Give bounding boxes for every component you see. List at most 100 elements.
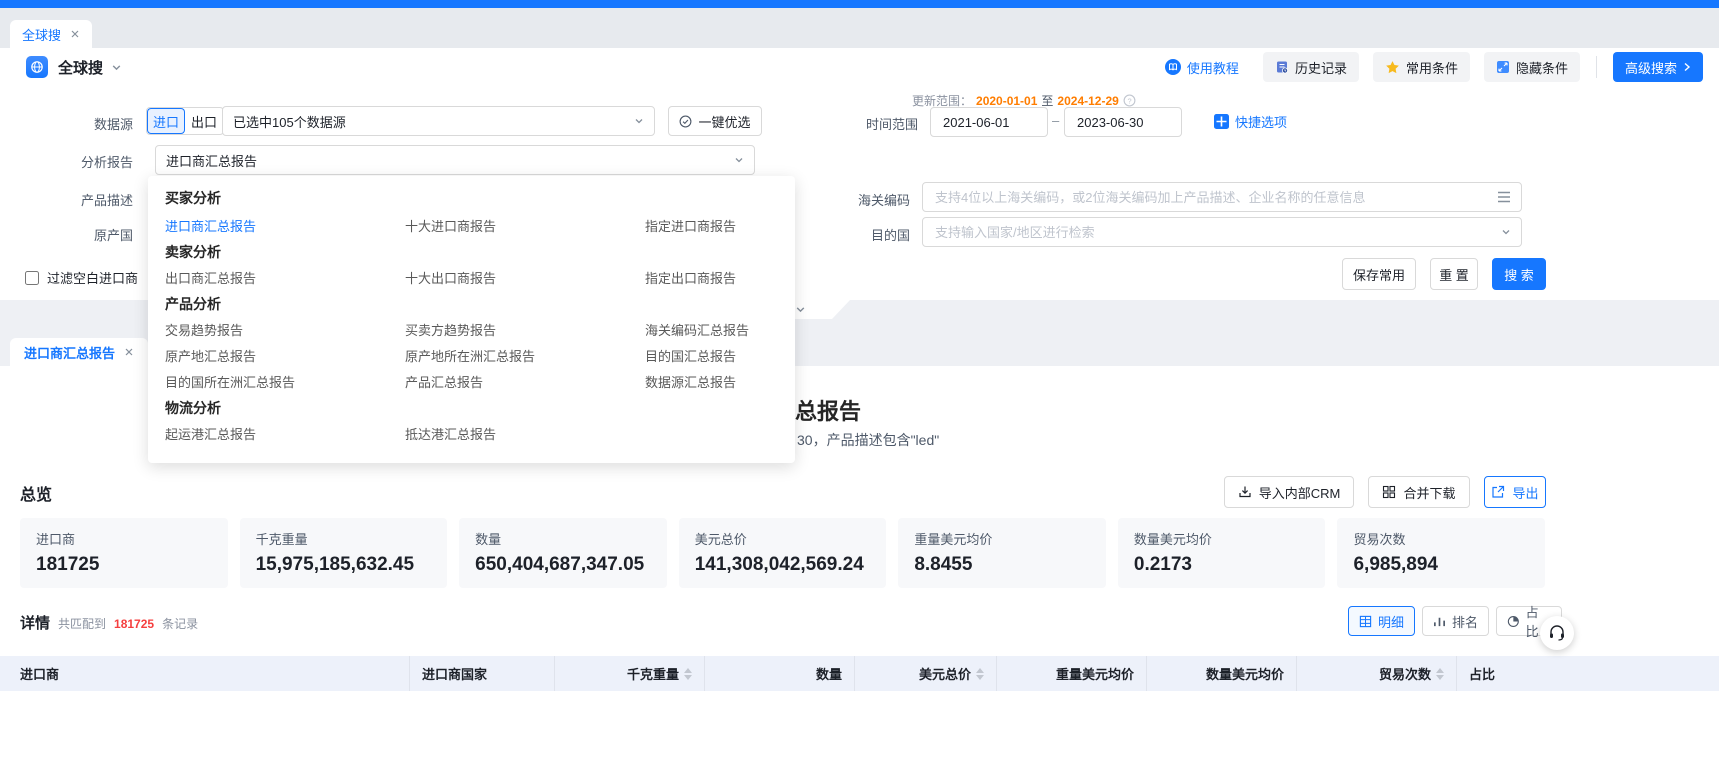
menu-item[interactable]: 交易趋势报告 bbox=[165, 320, 243, 339]
stat-label: 贸易次数 bbox=[1353, 529, 1529, 548]
menu-item[interactable]: 十大进口商报告 bbox=[405, 216, 496, 235]
matched-prefix: 共匹配到 bbox=[58, 615, 106, 632]
menu-item[interactable]: 目的国所在洲汇总报告 bbox=[165, 372, 295, 391]
question-circle-icon[interactable]: ? bbox=[1123, 94, 1136, 107]
app-title: 全球搜 bbox=[58, 57, 103, 78]
hs-code-label: 海关编码 bbox=[846, 190, 910, 209]
merge-download-button[interactable]: 合并下载 bbox=[1368, 476, 1470, 508]
menu-item[interactable]: 原产地汇总报告 bbox=[165, 346, 256, 365]
column-header-kg-weight[interactable]: 千克重量 bbox=[555, 656, 705, 691]
menu-item[interactable]: 指定进口商报告 bbox=[645, 216, 736, 235]
reset-button[interactable]: 重 置 bbox=[1430, 258, 1478, 290]
page-tab-global-search[interactable]: 全球搜 bbox=[10, 20, 92, 48]
stat-card-usd-total: 美元总价 141,308,042,569.24 bbox=[679, 518, 887, 588]
menu-section-title: 物流分析 bbox=[165, 398, 221, 418]
export-toggle[interactable]: 出口 bbox=[185, 108, 223, 134]
report-tab[interactable]: 进口商汇总报告 bbox=[10, 338, 148, 366]
import-crm-button[interactable]: 导入内部CRM bbox=[1224, 476, 1354, 508]
hide-conditions-button[interactable]: 隐藏条件 bbox=[1484, 52, 1580, 82]
matched-suffix: 条记录 bbox=[162, 615, 198, 632]
hs-code-input[interactable] bbox=[933, 189, 1491, 206]
column-header-importer[interactable]: 进口商 bbox=[0, 656, 410, 691]
report-type-select[interactable]: 进口商汇总报告 bbox=[155, 145, 755, 175]
stat-card-usd-per-qty: 数量美元均价 0.2173 bbox=[1118, 518, 1326, 588]
menu-item[interactable]: 产品汇总报告 bbox=[405, 372, 483, 391]
stat-card-usd-per-weight: 重量美元均价 8.8455 bbox=[898, 518, 1106, 588]
view-detail-label: 明细 bbox=[1378, 612, 1404, 631]
hs-code-field[interactable] bbox=[922, 182, 1522, 212]
quick-options-link[interactable]: 快捷选项 bbox=[1214, 112, 1287, 131]
datasource-select[interactable]: 已选中105个数据源 bbox=[222, 106, 655, 136]
save-favorite-button[interactable]: 保存常用 bbox=[1342, 258, 1416, 290]
sort-icon[interactable] bbox=[976, 668, 984, 680]
time-range-label: 时间范围 bbox=[856, 114, 918, 133]
tutorial-label: 使用教程 bbox=[1187, 58, 1239, 77]
close-icon[interactable] bbox=[124, 347, 134, 357]
column-header-usd-total[interactable]: 美元总价 bbox=[855, 656, 997, 691]
top-accent-bar bbox=[0, 0, 1719, 8]
table-icon bbox=[1359, 615, 1372, 628]
menu-item[interactable]: 数据源汇总报告 bbox=[645, 372, 736, 391]
favorites-label: 常用条件 bbox=[1406, 58, 1458, 77]
export-button[interactable]: 导出 bbox=[1484, 476, 1546, 508]
column-header-share[interactable]: 占比 bbox=[1457, 656, 1719, 691]
tab-strip bbox=[0, 8, 1719, 48]
column-header-quantity[interactable]: 数量 bbox=[705, 656, 855, 691]
menu-item[interactable]: 目的国汇总报告 bbox=[645, 346, 736, 365]
results-table-header: 进口商 进口商国家 千克重量 数量 美元总价 重量美元均价 数量美元均价 贸易次… bbox=[0, 656, 1719, 691]
menu-item[interactable]: 进口商汇总报告 bbox=[165, 216, 256, 235]
date-to-field[interactable] bbox=[1064, 107, 1182, 137]
destination-input[interactable] bbox=[933, 224, 1495, 241]
app-window: 全球搜 全球搜 使用教程 历史记录 常用条件 隐藏条件 高级搜索 bbox=[0, 0, 1719, 763]
view-detail-button[interactable]: 明细 bbox=[1348, 606, 1415, 636]
menu-item[interactable]: 十大出口商报告 bbox=[405, 268, 496, 287]
column-header-importer-country[interactable]: 进口商国家 bbox=[410, 656, 555, 691]
close-icon[interactable] bbox=[70, 29, 80, 39]
one-click-select-button[interactable]: 一键优选 bbox=[668, 106, 762, 136]
chevron-down-icon bbox=[1501, 227, 1511, 237]
filter-blank-checkbox[interactable] bbox=[25, 271, 39, 285]
advanced-search-label: 高级搜索 bbox=[1625, 58, 1677, 77]
chevron-down-icon bbox=[795, 304, 806, 315]
detail-title: 详情 bbox=[20, 612, 50, 633]
favorites-button[interactable]: 常用条件 bbox=[1373, 52, 1470, 82]
chevron-down-icon bbox=[634, 116, 644, 126]
advanced-search-button[interactable]: 高级搜索 bbox=[1613, 52, 1703, 82]
stat-card-kg-weight: 千克重量 15,975,185,632.45 bbox=[240, 518, 448, 588]
datasource-label: 数据源 bbox=[20, 114, 133, 133]
menu-item[interactable]: 原产地所在洲汇总报告 bbox=[405, 346, 535, 365]
headset-icon bbox=[1548, 624, 1566, 642]
list-icon[interactable] bbox=[1497, 191, 1511, 203]
stat-value: 8.8455 bbox=[914, 554, 1090, 576]
header-divider bbox=[1596, 56, 1597, 78]
sort-icon[interactable] bbox=[1436, 668, 1444, 680]
sort-icon[interactable] bbox=[684, 668, 692, 680]
quick-options-label: 快捷选项 bbox=[1235, 112, 1287, 131]
matched-count: 181725 bbox=[114, 617, 154, 631]
search-button[interactable]: 搜 索 bbox=[1492, 258, 1546, 290]
menu-item[interactable]: 出口商汇总报告 bbox=[165, 268, 256, 287]
star-icon bbox=[1385, 60, 1400, 75]
import-toggle[interactable]: 进口 bbox=[147, 108, 185, 134]
date-from-field[interactable] bbox=[930, 107, 1048, 137]
menu-item[interactable]: 海关编码汇总报告 bbox=[645, 320, 749, 339]
stat-value: 6,985,894 bbox=[1353, 554, 1529, 576]
app-logo-icon bbox=[26, 56, 48, 78]
column-header-trade-count[interactable]: 贸易次数 bbox=[1297, 656, 1457, 691]
pie-icon bbox=[1507, 615, 1520, 628]
chevron-down-icon[interactable] bbox=[111, 62, 122, 73]
stat-label: 重量美元均价 bbox=[914, 529, 1090, 548]
tutorial-link[interactable]: 使用教程 bbox=[1165, 58, 1239, 77]
stat-card-importers: 进口商 181725 bbox=[20, 518, 228, 588]
column-header-usd-per-qty[interactable]: 数量美元均价 bbox=[1147, 656, 1297, 691]
menu-item[interactable]: 买卖方趋势报告 bbox=[405, 320, 496, 339]
destination-field[interactable] bbox=[922, 217, 1522, 247]
column-header-usd-per-weight[interactable]: 重量美元均价 bbox=[997, 656, 1147, 691]
customer-service-fab[interactable] bbox=[1540, 616, 1574, 650]
view-ranking-button[interactable]: 排名 bbox=[1422, 606, 1489, 636]
menu-item[interactable]: 指定出口商报告 bbox=[645, 268, 736, 287]
merge-download-icon bbox=[1382, 485, 1396, 499]
history-button[interactable]: 历史记录 bbox=[1263, 52, 1359, 82]
menu-item[interactable]: 起运港汇总报告 bbox=[165, 424, 256, 443]
menu-item[interactable]: 抵达港汇总报告 bbox=[405, 424, 496, 443]
